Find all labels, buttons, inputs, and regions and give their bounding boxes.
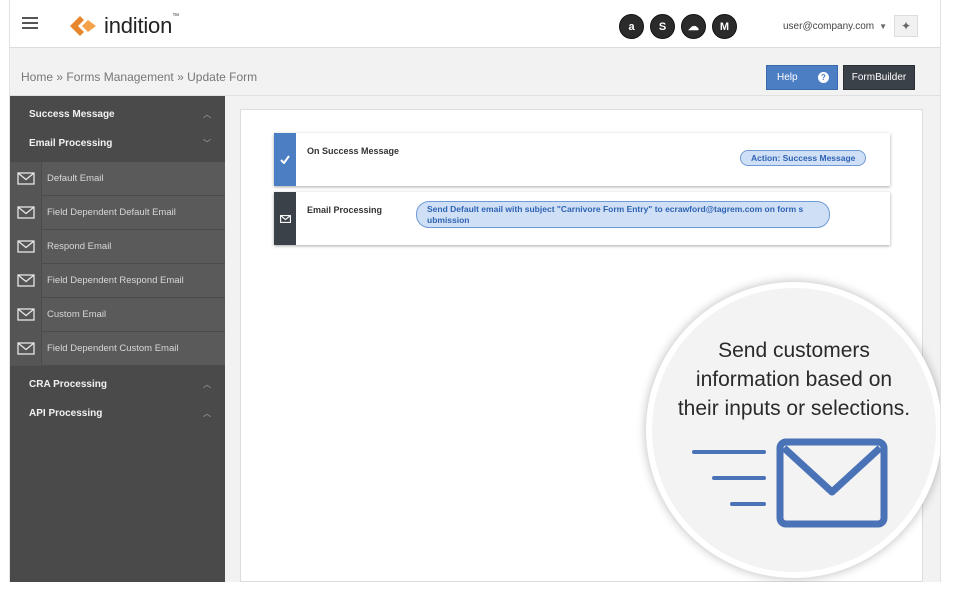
question-icon: ? (818, 72, 829, 83)
sidebar: Success Message ︿ Email Processing ﹀ Def… (10, 96, 225, 582)
card-title: On Success Message (307, 146, 400, 156)
action-badge[interactable]: Action: Success Message (740, 150, 867, 166)
chevron-up-icon: ︿ (203, 110, 211, 119)
sidebar-item-label: API Processing (29, 408, 103, 419)
user-menu[interactable]: user@company.com ▼ (783, 21, 887, 32)
breadcrumb-home[interactable]: Home (21, 70, 53, 84)
formbuilder-button[interactable]: FormBuilder (843, 65, 915, 90)
breadcrumb: Home » Forms Management » Update Form (21, 70, 257, 84)
sidebar-item-label: Field Dependent Custom Email (47, 343, 179, 354)
envelope-icon (10, 229, 42, 264)
breadcrumb-separator: » (177, 70, 184, 84)
sidebar-item-label: Field Dependent Default Email (47, 207, 176, 218)
chevron-up-icon: ︿ (203, 409, 211, 418)
logo[interactable]: indition™ (68, 12, 179, 40)
callout-text: Send customers information based on thei… (652, 336, 936, 423)
card-stripe (274, 192, 296, 245)
sidebar-item-label: Success Message (29, 109, 115, 120)
sidebar-item-label: Default Email (47, 173, 104, 184)
sidebar-item-label: CRA Processing (29, 379, 107, 390)
sidebar-item-cra-processing[interactable]: CRA Processing ︿ (10, 370, 225, 399)
sidebar-item-label: Custom Email (47, 309, 107, 320)
breadcrumb-separator: » (56, 70, 64, 84)
sidebar-item-field-dependent-custom-email[interactable]: Field Dependent Custom Email (10, 331, 225, 366)
envelope-icon (10, 161, 42, 196)
amazon-icon[interactable]: a (619, 14, 644, 39)
magic-wand-icon: ✦ (900, 19, 912, 33)
sidebar-item-field-dependent-default-email[interactable]: Field Dependent Default Email (10, 195, 225, 230)
card-stripe (274, 133, 296, 186)
envelope-icon (10, 331, 42, 366)
help-button[interactable]: Help ? (766, 65, 838, 90)
envelope-icon (10, 263, 42, 298)
app-window: indition™ a S ☁ M user@company.com ▼ ✦ Ho… (9, 0, 941, 582)
sidebar-item-respond-email[interactable]: Respond Email (10, 229, 225, 264)
magento-icon[interactable]: M (712, 14, 737, 39)
shopify-icon[interactable]: S (650, 14, 675, 39)
send-email-icon (692, 438, 888, 528)
top-bar: indition™ a S ☁ M user@company.com ▼ ✦ (10, 0, 940, 48)
envelope-icon (10, 297, 42, 332)
menu-icon[interactable] (22, 17, 38, 29)
chevron-down-icon: ﹀ (203, 139, 211, 148)
sidebar-item-custom-email[interactable]: Custom Email (10, 297, 225, 332)
envelope-icon (279, 214, 291, 223)
success-message-card[interactable]: On Success Message Action: Success Messa… (274, 133, 890, 186)
sidebar-item-label: Email Processing (29, 138, 113, 149)
sidebar-item-success-message[interactable]: Success Message ︿ (10, 100, 225, 129)
help-label: Help (777, 72, 798, 83)
chevron-down-icon: ▼ (879, 22, 888, 31)
chevron-up-icon: ︿ (203, 380, 211, 389)
action-text: ubmission (427, 215, 470, 225)
breadcrumb-forms[interactable]: Forms Management (66, 70, 173, 84)
sidebar-item-field-dependent-respond-email[interactable]: Field Dependent Respond Email (10, 263, 225, 298)
sub-header: Home » Forms Management » Update Form He… (10, 48, 940, 96)
checkmark-icon (280, 155, 290, 164)
integration-icons: a S ☁ M (619, 14, 737, 39)
salesforce-icon[interactable]: ☁ (681, 14, 706, 39)
sidebar-item-api-processing[interactable]: API Processing ︿ (10, 399, 225, 428)
sidebar-item-email-processing[interactable]: Email Processing ﹀ (10, 129, 225, 158)
envelope-icon (10, 195, 42, 230)
callout-line: their inputs or selections. (677, 397, 911, 420)
action-badge[interactable]: Send Default email with subject "Carnivo… (416, 201, 830, 228)
sidebar-item-default-email[interactable]: Default Email (10, 161, 225, 196)
feature-callout: Send customers information based on thei… (646, 282, 940, 578)
action-text: Send Default email with subject "Carnivo… (427, 204, 804, 214)
sidebar-item-label: Field Dependent Respond Email (47, 275, 184, 286)
email-processing-card[interactable]: Email Processing Send Default email with… (274, 192, 890, 245)
callout-line: Send customers (718, 339, 870, 362)
callout-line: information based on (695, 368, 893, 391)
logo-text: indition™ (104, 13, 179, 38)
magic-wand-button[interactable]: ✦ (894, 15, 918, 37)
logo-icon (70, 16, 96, 36)
breadcrumb-current: Update Form (187, 70, 258, 84)
card-title: Email Processing (307, 205, 383, 215)
sidebar-item-label: Respond Email (47, 241, 112, 252)
